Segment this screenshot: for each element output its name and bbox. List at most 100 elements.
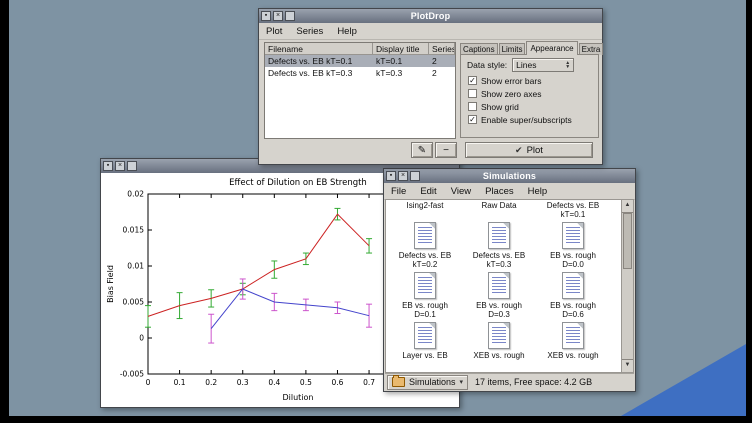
table-row[interactable]: Defects vs. EB kT=0.3kT=0.32 [265,67,455,79]
file-name: Layer vs. EB [402,351,447,360]
table-cell: kT=0.1 [373,55,429,67]
checkbox-box[interactable]: ✓ [468,115,477,124]
plotdrop-window: ▪× PlotDrop PlotSeriesHelp FilenameDispl… [258,8,603,165]
window-menu-button[interactable]: ▪ [386,171,396,181]
location-dropdown-button[interactable]: Simulations ▾ [387,375,468,390]
menu-view[interactable]: View [444,185,478,198]
menu-places[interactable]: Places [478,185,521,198]
file-item-xeb-vs-rough[interactable]: XEB vs. rough [463,322,535,372]
checkbox-label: Show error bars [481,76,541,86]
svg-text:0.3: 0.3 [237,378,249,387]
table-cell: Defects vs. EB kT=0.3 [265,67,373,79]
close-button[interactable]: × [273,11,283,21]
checkbox-box[interactable] [468,89,477,98]
checkbox-box[interactable] [468,102,477,111]
file-item-defects-vs-eb-kt-0-3[interactable]: Defects vs. EBkT=0.3 [463,222,535,272]
svg-text:0: 0 [146,378,151,387]
plotdrop-menubar: PlotSeriesHelp [259,23,602,40]
window-buttons: ▪× [103,161,137,171]
svg-text:0.02: 0.02 [127,190,144,199]
file-item-raw-data[interactable]: Raw Data [463,199,535,222]
svg-text:Bias Field: Bias Field [106,265,115,303]
simulations-window: ▪× Simulations FileEditViewPlacesHelp Is… [383,168,636,392]
data-style-value: Lines [516,60,536,70]
file-grid: Ising2-fastRaw DataDefects vs. EBkT=0.1D… [386,199,621,372]
file-item-eb-vs-rough-d-0-6[interactable]: EB vs. roughD=0.6 [537,272,609,322]
checkbox-show-zero-axes[interactable]: Show zero axes [461,87,598,100]
column-header-series[interactable]: Series [429,43,455,55]
table-cell: 2 [429,67,455,79]
file-icon-view[interactable]: Ising2-fastRaw DataDefects vs. EBkT=0.1D… [385,199,621,373]
file-name: Defects vs. EB [473,251,525,260]
file-sub: D=0.6 [562,310,584,319]
plot-button[interactable]: ✔ Plot [465,142,593,158]
close-button[interactable]: × [398,171,408,181]
check-icon: ✔ [515,145,523,156]
file-sub: D=0.0 [562,260,584,269]
checkbox-show-grid[interactable]: Show grid [461,100,598,113]
svg-text:Dilution: Dilution [283,393,314,402]
checkbox-show-error-bars[interactable]: ✓ Show error bars [461,74,598,87]
window-menu-button[interactable]: ▪ [261,11,271,21]
data-style-row: Data style: Lines ▲ ▼ [461,55,598,74]
combo-arrows-icon: ▲ ▼ [565,61,570,69]
status-text: 17 items, Free space: 4.2 GB [475,377,592,387]
menu-file[interactable]: File [384,185,413,198]
menu-plot[interactable]: Plot [259,25,289,38]
menu-series[interactable]: Series [289,25,330,38]
file-name: XEB vs. rough [547,351,598,360]
file-list-header: FilenameDisplay titleSeries [265,43,455,55]
table-cell: 2 [429,55,455,67]
column-header-display-title[interactable]: Display title [373,43,429,55]
file-item-defects-vs-eb-kt-0-1[interactable]: Defects vs. EBkT=0.1 [537,199,609,222]
menu-help[interactable]: Help [521,185,555,198]
simulations-titlebar[interactable]: ▪× Simulations [384,169,635,183]
file-item-layer-vs-eb[interactable]: Layer vs. EB [389,322,461,372]
file-item-eb-vs-rough-d-0-3[interactable]: EB vs. roughD=0.3 [463,272,535,322]
shade-button[interactable] [285,11,295,21]
file-item-eb-vs-rough-d-0-1[interactable]: EB vs. roughD=0.1 [389,272,461,322]
series-file-list[interactable]: FilenameDisplay titleSeries Defects vs. … [264,42,456,139]
checkbox-box[interactable]: ✓ [468,76,477,85]
svg-text:0.1: 0.1 [174,378,186,387]
document-icon [414,272,436,299]
svg-text:0.5: 0.5 [300,378,312,387]
checkbox-enable-super-subscripts[interactable]: ✓Enable super/subscripts [461,113,598,126]
plotdrop-titlebar[interactable]: ▪× PlotDrop [259,9,602,23]
checkbox-label: Show grid [481,102,519,112]
file-item-ising2-fast[interactable]: Ising2-fast [389,199,461,222]
column-header-filename[interactable]: Filename [265,43,373,55]
edit-series-button[interactable]: ✎ [411,142,433,158]
file-name: XEB vs. rough [473,351,524,360]
desktop-corner-artwork [621,344,746,416]
data-style-select[interactable]: Lines ▲ ▼ [512,58,574,72]
shade-button[interactable] [410,171,420,181]
window-buttons: ▪× [261,11,295,21]
menu-help[interactable]: Help [330,25,364,38]
file-name: Raw Data [481,201,516,210]
file-name: Defects vs. EB [547,201,599,210]
menu-edit[interactable]: Edit [413,185,443,198]
file-sub: D=0.3 [488,310,510,319]
file-item-xeb-vs-rough[interactable]: XEB vs. rough [537,322,609,372]
statusbar: Simulations ▾ 17 items, Free space: 4.2 … [385,373,634,390]
svg-text:0.01: 0.01 [127,262,144,271]
appearance-panel: Data style: Lines ▲ ▼ ✓ Show error bars Sh… [460,54,599,138]
svg-text:-0.005: -0.005 [120,370,144,379]
checkbox-label: Show zero axes [481,89,541,99]
scrollbar-thumb[interactable] [623,213,632,269]
scroll-up-button[interactable]: ▲ [622,200,633,213]
vertical-scrollbar[interactable]: ▲ ▼ [621,199,634,373]
file-item-defects-vs-eb-kt-0-2[interactable]: Defects vs. EBkT=0.2 [389,222,461,272]
file-item-eb-vs-rough-d-0-0[interactable]: EB vs. roughD=0.0 [537,222,609,272]
shade-button[interactable] [127,161,137,171]
scroll-down-button[interactable]: ▼ [622,359,633,372]
table-row[interactable]: Defects vs. EB kT=0.1kT=0.12 [265,55,455,67]
file-sub: kT=0.1 [561,210,586,219]
svg-text:0: 0 [139,334,144,343]
svg-text:0.2: 0.2 [205,378,217,387]
close-button[interactable]: × [115,161,125,171]
window-menu-button[interactable]: ▪ [103,161,113,171]
remove-series-button[interactable]: − [435,142,457,158]
tab-appearance[interactable]: Appearance [526,41,577,55]
